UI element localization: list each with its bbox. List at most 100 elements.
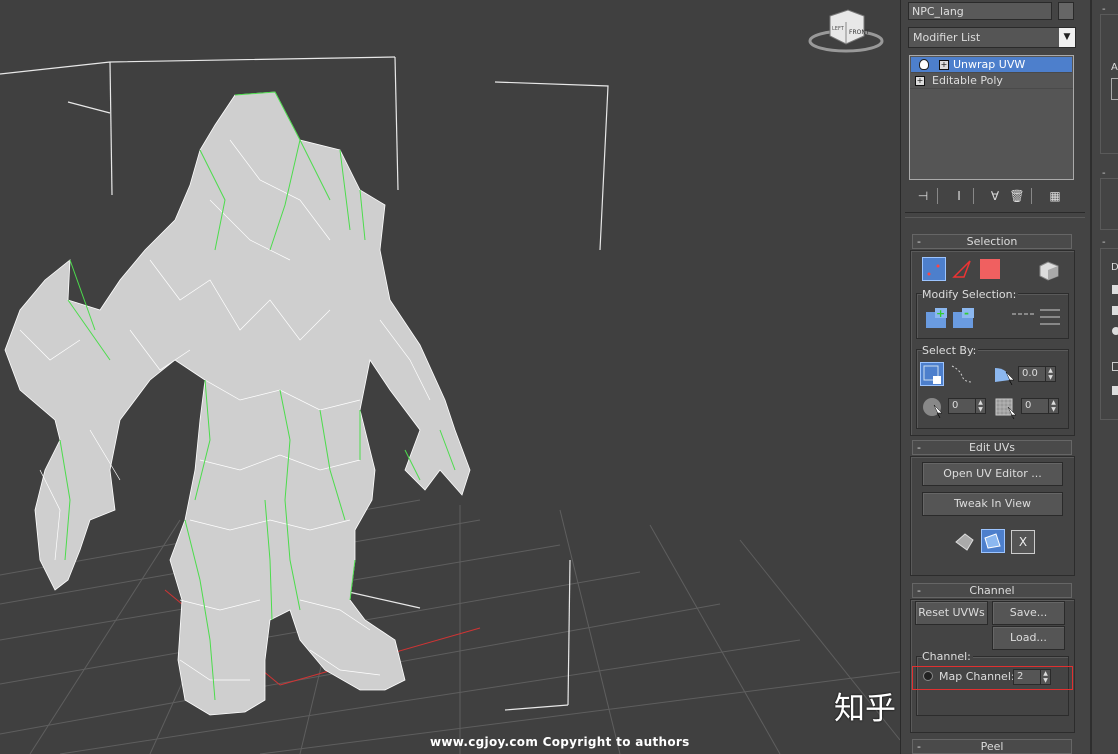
collapse-minus-icon[interactable]: - (917, 441, 921, 454)
element-mode-icon[interactable] (1036, 258, 1060, 282)
viewport-scene (0, 56, 900, 754)
spinner-arrows-icon[interactable]: ▲ ▼ (1045, 367, 1055, 381)
tweak-uv-icon[interactable] (981, 529, 1005, 553)
panel-divider (905, 212, 1085, 218)
show-end-result-icon[interactable]: Ⅰ (951, 188, 967, 204)
strip-checkbox[interactable] (1112, 362, 1118, 371)
peel-icon (955, 533, 974, 551)
select-by-element-icon[interactable] (920, 362, 944, 386)
loop-select-icon[interactable] (950, 362, 974, 386)
peel-rollout-header[interactable]: - Peel (912, 739, 1072, 754)
planar-angle-icon[interactable] (992, 362, 1016, 386)
stack-item-label: Editable Poly (932, 74, 1003, 87)
reset-uvws-button[interactable]: Reset UVWs (915, 601, 988, 625)
object-name-field[interactable]: NPC_lang (908, 2, 1052, 20)
remove-modifier-icon[interactable]: 🗑 (1009, 188, 1025, 204)
copyright-text: www.cgjoy.com Copyright to authors (430, 735, 690, 749)
channel-title: Channel (969, 584, 1015, 597)
highlight-box (912, 666, 1073, 690)
sphere-cursor-icon (923, 398, 943, 419)
select-by-label: Select By: (922, 344, 979, 357)
make-unique-icon[interactable]: ∀ (987, 188, 1003, 204)
object-color-swatch[interactable] (1058, 2, 1074, 20)
strip-label-a: Al (1111, 62, 1118, 73)
strip-checkbox[interactable] (1112, 386, 1118, 395)
planar-angle-value: 0.0 (1022, 368, 1038, 379)
edge-triangle-icon (952, 260, 971, 278)
viewcube-left-label: LEFT (832, 26, 845, 32)
creature-mesh (4, 91, 471, 716)
quick-peel-icon[interactable] (953, 530, 977, 554)
spinner-arrows-icon[interactable]: ▲ ▼ (1048, 399, 1058, 413)
svg-text:-: - (964, 306, 969, 320)
strip-group (1100, 178, 1118, 230)
material-id-value: 0 (1025, 400, 1032, 411)
face-mode-icon[interactable] (980, 259, 1000, 279)
second-command-column: - Al - - Di (1090, 0, 1118, 754)
lightbulb-icon[interactable] (919, 59, 929, 70)
element-check-icon (923, 365, 941, 384)
select-by-smoothing-icon[interactable] (922, 395, 946, 419)
configure-modifier-sets-icon[interactable]: ▦ (1047, 188, 1063, 204)
element-cube-icon (1039, 261, 1059, 281)
strip-label-d: Di (1111, 262, 1118, 273)
modifier-list-label: Modifier List (913, 31, 981, 44)
shrink-icon: - (953, 306, 974, 328)
spinner-arrows-icon[interactable]: ▲ ▼ (975, 399, 985, 413)
edit-uvs-rollout-header[interactable]: - Edit UVs (912, 440, 1072, 455)
strip-field[interactable] (1111, 78, 1118, 100)
ground-grid (0, 499, 900, 754)
shrink-selection-icon[interactable]: - (952, 306, 976, 330)
expand-plus-icon[interactable]: + (915, 76, 925, 86)
selection-rollout-header[interactable]: - Selection (912, 234, 1072, 249)
planar-angle-spinner[interactable]: 0.0 ▲ ▼ (1018, 366, 1056, 382)
material-id-spinner[interactable]: 0 ▲ ▼ (1021, 398, 1059, 414)
tweak-in-view-button[interactable]: Tweak In View (922, 492, 1063, 516)
open-uv-editor-button[interactable]: Open UV Editor ... (922, 462, 1063, 486)
smoothing-value: 0 (952, 400, 959, 411)
grow-selection-icon[interactable]: + (925, 306, 949, 330)
watermark-text: 知乎 @Boyce Lig (834, 691, 900, 727)
modifier-stack[interactable]: + Unwrap UVW + Editable Poly (909, 55, 1074, 180)
save-button[interactable]: Save... (992, 601, 1065, 625)
svg-text:+: + (936, 307, 945, 320)
reset-peel-button[interactable]: X (1011, 530, 1035, 554)
viewcube-front-label: FRONT (849, 29, 870, 36)
expand-plus-icon[interactable]: + (939, 60, 949, 70)
modifier-list-dropdown[interactable]: Modifier List ▼ (908, 27, 1076, 48)
stack-item-editable-poly[interactable]: + Editable Poly (910, 73, 1073, 89)
vertex-mode-icon[interactable] (922, 257, 946, 281)
viewcube[interactable]: FRONT LEFT (808, 6, 884, 56)
stack-item-unwrap-uvw[interactable]: + Unwrap UVW (911, 57, 1072, 73)
toolbar-separator (937, 188, 938, 204)
pin-stack-icon[interactable]: ⊣ (915, 188, 931, 204)
edit-uvs-title: Edit UVs (968, 441, 1016, 454)
lines-icon (1040, 309, 1060, 325)
perspective-viewport[interactable]: FRONT LEFT 知乎 @Boyce Lig www.cgjoy.com C… (0, 0, 900, 754)
strip-checkbox[interactable] (1112, 285, 1118, 294)
loop-selection-icon[interactable] (1010, 306, 1036, 330)
channel-rollout-header[interactable]: - Channel (912, 583, 1072, 598)
vertex-dots-icon (927, 264, 940, 276)
load-button[interactable]: Load... (992, 626, 1065, 650)
selection-title: Selection (966, 235, 1018, 248)
stack-item-label: Unwrap UVW (953, 58, 1026, 71)
strip-radio[interactable] (1112, 327, 1118, 335)
grid-cursor-icon (995, 398, 1017, 420)
collapse-minus-icon[interactable]: - (1102, 237, 1106, 248)
toolbar-separator (1031, 188, 1032, 204)
tweak-icon (984, 533, 1001, 549)
collapse-minus-icon[interactable]: - (917, 235, 921, 248)
collapse-minus-icon[interactable]: - (917, 584, 921, 597)
strip-checkbox[interactable] (1112, 306, 1118, 315)
dotted-path-icon (951, 365, 973, 383)
edge-mode-icon[interactable] (950, 257, 974, 281)
viewcube-icon: FRONT LEFT (808, 9, 884, 53)
angle-icon (995, 368, 1015, 386)
peel-title: Peel (980, 740, 1004, 753)
select-by-material-id-icon[interactable] (994, 395, 1018, 420)
ring-selection-icon[interactable] (1038, 306, 1062, 330)
smoothing-value-spinner[interactable]: 0 ▲ ▼ (948, 398, 986, 414)
grow-icon: + (926, 307, 947, 328)
collapse-minus-icon[interactable]: - (917, 740, 921, 753)
